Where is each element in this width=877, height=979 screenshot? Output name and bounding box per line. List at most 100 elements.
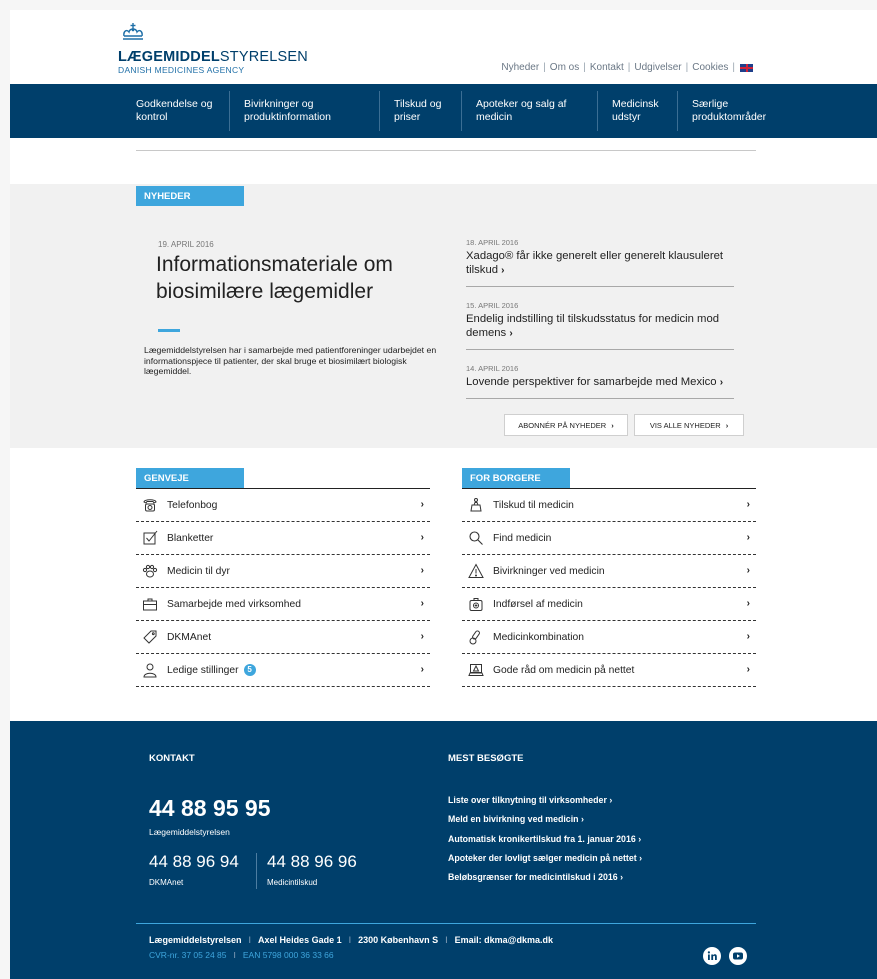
list-item-medicinkombination[interactable]: Medicinkombination › <box>462 621 756 654</box>
chevron-right-icon: › <box>420 598 424 609</box>
youtube-icon[interactable] <box>729 947 747 965</box>
nav-item-medicinsk-udstyr[interactable]: Medicinsk udstyr <box>612 91 678 131</box>
toplink-separator: | <box>732 62 735 73</box>
main-nav: Godkendelse og kontrol Bivirkninger og pro… <box>10 84 877 138</box>
news-list: 18. APRIL 2016 Xadago® får ikke generelt… <box>466 238 734 413</box>
news-date: 14. APRIL 2016 <box>466 364 519 373</box>
chevron-right-icon: › <box>746 532 750 543</box>
list-item-blanketter[interactable]: Blanketter › <box>136 522 430 555</box>
popular-link[interactable]: Automatisk kronikertilskud fra 1. januar… <box>448 830 642 849</box>
popular-link[interactable]: Meld en bivirkning ved medicin › <box>448 810 642 829</box>
footer-ids: CVR-nr. 37 05 24 85 I EAN 5798 000 36 33 6… <box>149 950 334 960</box>
list-item-find-medicin[interactable]: Find medicin › <box>462 522 756 555</box>
list-item-samarbejde[interactable]: Samarbejde med virksomhed › <box>136 588 430 621</box>
chevron-right-icon: › <box>746 598 750 609</box>
toplink-separator: | <box>627 62 631 73</box>
all-news-button[interactable]: VIS ALLE NYHEDER › <box>634 414 744 436</box>
borgere-tag: FOR BORGERE <box>462 468 570 488</box>
toplink-separator: | <box>685 62 689 73</box>
toplink-kontakt[interactable]: Kontakt <box>590 62 624 73</box>
popular-link[interactable]: Beløbsgrænser for medicintilskud i 2016 … <box>448 868 642 887</box>
list-item-label: DKMAnet <box>167 631 212 643</box>
suitcase-icon <box>469 598 483 611</box>
news-date: 15. APRIL 2016 <box>466 301 519 310</box>
list-item-dkmanet[interactable]: DKMAnet › <box>136 621 430 654</box>
linkedin-icon[interactable] <box>703 947 721 965</box>
search-icon <box>469 531 483 545</box>
nav-item-saerlige[interactable]: Særlige produktområder <box>692 91 792 131</box>
list-item-medicin-til-dyr[interactable]: Medicin til dyr › <box>136 555 430 588</box>
list-item-label: Bivirkninger ved medicin <box>493 565 605 577</box>
chevron-right-icon: › <box>746 565 750 576</box>
popular-links: Liste over tilknytning til virksomheder … <box>448 791 642 887</box>
news-title: Endelig indstilling til tilskudsstatus f… <box>466 313 720 339</box>
nav-item-bivirkninger[interactable]: Bivirkninger og produktinformation <box>244 91 380 131</box>
mest-besogte-heading: MEST BESØGTE <box>448 753 524 764</box>
list-item-tilskud-til-medicin[interactable]: Tilskud til medicin › <box>462 489 756 522</box>
news-title: Lovende perspektiver for samarbejde med … <box>466 376 717 388</box>
dkmanet-phone[interactable]: 44 88 96 94 <box>149 852 239 872</box>
chevron-right-icon: › <box>746 664 750 675</box>
dkmanet-phone-label: DKMAnet <box>149 878 184 887</box>
nav-item-apoteker[interactable]: Apoteker og salg af medicin <box>476 91 598 131</box>
list-item-label: Ledige stillinger <box>167 664 239 676</box>
popular-link[interactable]: Liste over tilknytning til virksomheder … <box>448 791 642 810</box>
count-badge: 5 <box>243 664 256 676</box>
list-item-label: Medicinkombination <box>493 631 585 643</box>
list-item-gode-raad[interactable]: Gode råd om medicin på nettet › <box>462 654 756 687</box>
chevron-right-icon: › <box>420 532 424 543</box>
list-item-label: Blanketter <box>167 532 214 544</box>
list-item-bivirkninger[interactable]: Bivirkninger ved medicin › <box>462 555 756 588</box>
chevron-right-icon: › <box>501 265 505 276</box>
list-item-ledige-stillinger[interactable]: Ledige stillinger 5 › <box>136 654 430 687</box>
person-icon <box>143 663 157 678</box>
uk-flag-icon[interactable] <box>740 63 753 72</box>
main-phone[interactable]: 44 88 95 95 <box>149 795 271 822</box>
news-item[interactable]: 14. APRIL 2016 Lovende perspektiver for … <box>466 364 734 399</box>
news-date: 18. APRIL 2016 <box>466 238 519 247</box>
top-links: Nyheder | Om os | Kontakt | Udgivelser |… <box>501 62 753 73</box>
chevron-right-icon: › <box>420 664 424 675</box>
toplink-separator: | <box>583 62 586 73</box>
main-phone-label: Lægemiddelstyrelsen <box>149 827 230 837</box>
email-link[interactable]: Email: dkma@dkma.dk <box>455 935 553 945</box>
list-item-label: Medicin til dyr <box>167 565 230 577</box>
chevron-right-icon: › <box>638 833 642 844</box>
subscribe-news-button[interactable]: ABONNÉR PÅ NYHEDER › <box>504 414 628 436</box>
chevron-right-icon: › <box>580 814 584 825</box>
toplink-udgivelser[interactable]: Udgivelser <box>634 62 681 73</box>
warning-icon <box>468 563 484 578</box>
toplink-cookies[interactable]: Cookies <box>692 62 728 73</box>
list-item-indforsel[interactable]: Indførsel af medicin › <box>462 588 756 621</box>
nav-item-godkendelse[interactable]: Godkendelse og kontrol <box>136 91 230 131</box>
list-item-telefonbog[interactable]: Telefonbog › <box>136 489 430 522</box>
toplink-nyheder[interactable]: Nyheder <box>501 62 539 73</box>
list-item-label: Samarbejde med virksomhed <box>167 598 301 610</box>
popular-link[interactable]: Apoteker der lovligt sælger medicin på n… <box>448 849 642 868</box>
lead-news-text: Lægemiddelstyrelsen har i samarbejde med… <box>144 345 437 376</box>
chevron-right-icon: › <box>420 631 424 642</box>
checkbox-icon <box>143 530 158 545</box>
news-item[interactable]: 18. APRIL 2016 Xadago® får ikke generelt… <box>466 238 734 287</box>
lead-news-title[interactable]: Informationsmateriale om biosimilære læg… <box>156 251 456 305</box>
list-item-label: Find medicin <box>493 532 552 544</box>
list-item-label: Gode råd om medicin på nettet <box>493 664 635 676</box>
chevron-right-icon: › <box>746 631 750 642</box>
news-item[interactable]: 15. APRIL 2016 Endelig indstilling til t… <box>466 301 734 350</box>
toplink-om-os[interactable]: Om os <box>550 62 579 73</box>
logo[interactable]: LÆGEMIDDELSTYRELSEN DANISH MEDICINES AGE… <box>118 22 308 75</box>
genveje-tag: GENVEJE <box>136 468 244 488</box>
paw-icon <box>142 564 158 578</box>
nav-item-tilskud[interactable]: Tilskud og priser <box>394 91 462 131</box>
chevron-right-icon: › <box>725 421 729 430</box>
logo-subtitle: DANISH MEDICINES AGENCY <box>118 65 245 75</box>
chevron-right-icon: › <box>719 377 724 388</box>
laptop-warning-icon <box>468 664 484 676</box>
chevron-right-icon: › <box>420 499 424 510</box>
news-title: Xadago® får ikke generelt eller generelt… <box>466 250 724 276</box>
page: LÆGEMIDDELSTYRELSEN DANISH MEDICINES AGE… <box>10 10 877 979</box>
list-item-label: Tilskud til medicin <box>493 499 574 511</box>
medicintilskud-phone[interactable]: 44 88 96 96 <box>267 852 357 872</box>
chevron-right-icon: › <box>620 872 624 883</box>
crown-icon <box>123 23 143 40</box>
